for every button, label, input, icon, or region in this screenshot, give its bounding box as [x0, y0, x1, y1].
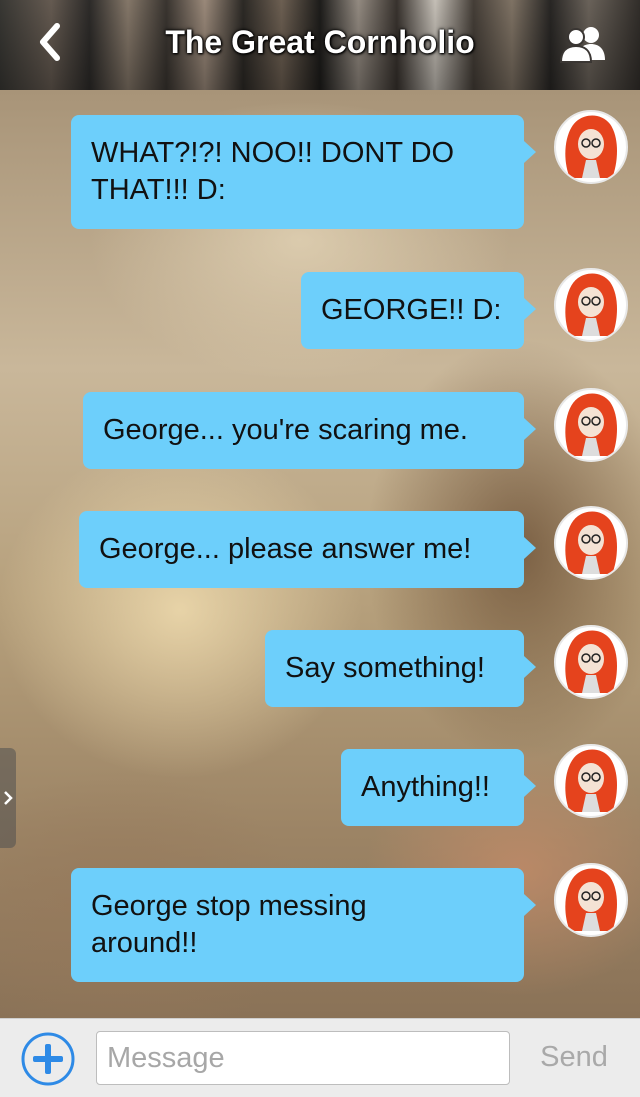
- message-list[interactable]: WHAT?!?! NOO!! DONT DO THAT!!! D: GEORGE…: [0, 90, 640, 1018]
- avatar[interactable]: [554, 625, 628, 699]
- message-bubble[interactable]: Say something!: [265, 630, 536, 707]
- message-text: GEORGE!! D:: [321, 294, 502, 326]
- chevron-right-icon: [4, 791, 13, 805]
- avatar[interactable]: [554, 506, 628, 580]
- avatar[interactable]: [554, 744, 628, 818]
- message-bubble[interactable]: Anything!!: [341, 749, 536, 826]
- composer-bar: Send: [0, 1018, 640, 1097]
- message-text: Anything!!: [361, 771, 490, 803]
- side-drawer-handle[interactable]: [0, 748, 16, 848]
- chat-header: The Great Cornholio: [0, 0, 640, 90]
- message-bubble[interactable]: George... you're scaring me.: [83, 392, 536, 469]
- avatar[interactable]: [554, 110, 628, 184]
- message-bubble[interactable]: George... please answer me!: [79, 511, 536, 588]
- add-attachment-button[interactable]: [20, 1031, 76, 1087]
- members-button[interactable]: [556, 22, 612, 66]
- avatar[interactable]: [554, 863, 628, 937]
- message-bubble[interactable]: WHAT?!?! NOO!! DONT DO THAT!!! D:: [71, 115, 536, 229]
- plus-circle-icon: [21, 1032, 75, 1086]
- message-bubble[interactable]: George stop messing around!!: [71, 868, 536, 982]
- message-text: George... you're scaring me.: [103, 414, 468, 446]
- people-icon: [559, 27, 605, 63]
- message-input[interactable]: [96, 1031, 510, 1085]
- avatar[interactable]: [554, 268, 628, 342]
- chat-title[interactable]: The Great Cornholio: [0, 24, 640, 61]
- message-text: Say something!: [285, 652, 485, 684]
- message-text: George... please answer me!: [99, 533, 472, 565]
- avatar[interactable]: [554, 388, 628, 462]
- send-button[interactable]: Send: [526, 1041, 622, 1074]
- message-bubble[interactable]: GEORGE!! D:: [301, 272, 536, 349]
- message-text: George stop messing around!!: [91, 890, 367, 959]
- message-text: WHAT?!?! NOO!! DONT DO THAT!!! D:: [91, 137, 455, 206]
